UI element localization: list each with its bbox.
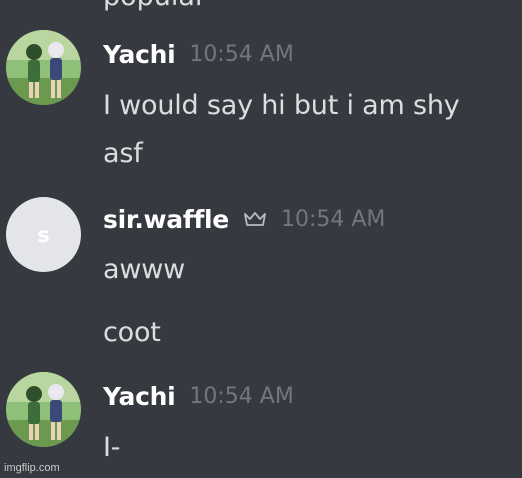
chat-message-list: popular Yachi 10:54 AM I would say hi bu… xyxy=(0,0,522,478)
message-text: I would say hi but i am shy xyxy=(103,90,460,121)
avatar-image xyxy=(6,30,81,105)
timestamp: 10:54 AM xyxy=(189,383,294,409)
message-header: sir.waffle 10:54 AM xyxy=(103,203,385,235)
message-text: coot xyxy=(103,317,161,348)
message-text: awww xyxy=(103,254,185,285)
crown-icon xyxy=(243,211,267,227)
username[interactable]: sir.waffle xyxy=(103,205,229,234)
message-text: I- xyxy=(103,432,121,463)
message-header: Yachi 10:54 AM xyxy=(103,380,294,412)
cut-off-message: popular xyxy=(103,0,206,12)
avatar-image xyxy=(6,372,81,447)
username[interactable]: Yachi xyxy=(103,382,176,411)
avatar-initial: s xyxy=(37,222,50,247)
message-text: asf xyxy=(103,138,143,169)
timestamp: 10:54 AM xyxy=(189,41,294,67)
avatar-yachi[interactable] xyxy=(6,372,81,447)
avatar-sir-waffle[interactable]: s xyxy=(6,197,81,272)
message-header: Yachi 10:54 AM xyxy=(103,38,294,70)
watermark: imgflip.com xyxy=(4,462,60,474)
avatar-yachi[interactable] xyxy=(6,30,81,105)
username[interactable]: Yachi xyxy=(103,40,176,69)
timestamp: 10:54 AM xyxy=(280,206,386,232)
